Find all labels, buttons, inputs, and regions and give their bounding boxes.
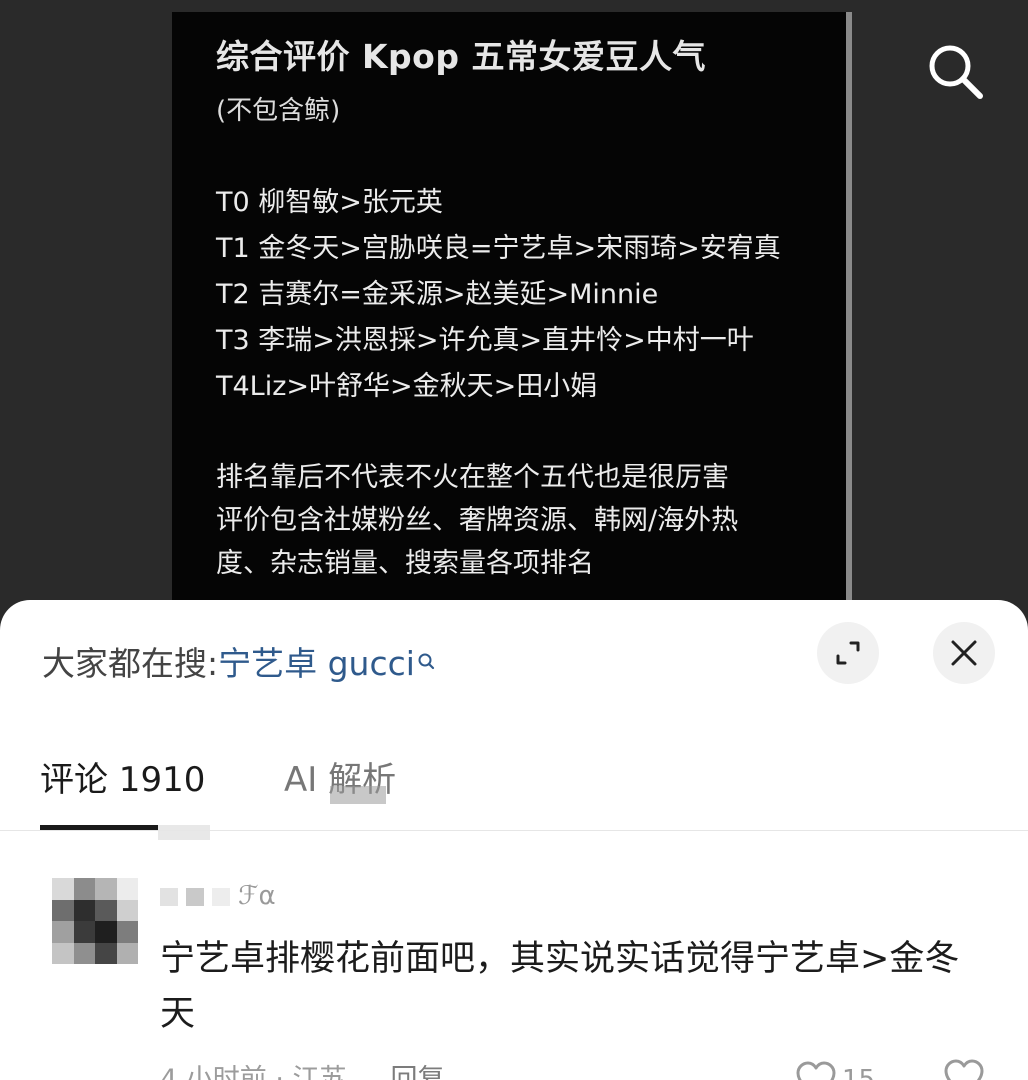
tier-list: T0 柳智敏>张元英 T1 金冬天>宫胁咲良=宁艺卓>宋雨琦>安宥真 T2 吉赛… (216, 180, 850, 410)
username-text: ℱα (238, 881, 276, 911)
blur-mask (330, 786, 386, 804)
close-icon (951, 640, 977, 666)
comment-item: ℱα 宁艺卓排樱花前面吧，其实说实话觉得宁艺卓>金冬天 4 小时前 · 江苏 回复… (0, 862, 1028, 1080)
heart-icon (796, 1061, 836, 1080)
dislike-button[interactable] (942, 1058, 986, 1080)
post-scrollbar[interactable] (846, 12, 852, 640)
comment-username[interactable]: ℱα (160, 876, 400, 916)
tier-line-t2: T2 吉赛尔=金采源>赵美延>Minnie (216, 279, 659, 310)
note-line: 评价包含社媒粉丝、奢牌资源、韩网/海外热 (216, 505, 739, 536)
search-button[interactable] (924, 40, 988, 104)
post-title: 综合评价 Kpop 五常女爱豆人气 (216, 37, 706, 76)
avatar[interactable] (52, 878, 138, 964)
tier-line-t4: T4Liz>叶舒华>金秋天>田小娟 (216, 371, 598, 402)
hot-search-term[interactable]: 宁艺卓 gucci (218, 644, 415, 683)
note-line: 度、杂志销量、搜索量各项排名 (216, 548, 594, 579)
tab-comments[interactable]: 评论 1910 (40, 758, 205, 802)
expand-icon (836, 641, 860, 665)
divider (0, 830, 1028, 831)
tier-line-t0: T0 柳智敏>张元英 (216, 187, 443, 218)
blur-mask (186, 887, 204, 906)
post-image[interactable]: 综合评价 Kpop 五常女爱豆人气 (不包含鲸) T0 柳智敏>张元英 T1 金… (172, 12, 850, 640)
hot-search-prefix: 大家都在搜: (42, 644, 219, 683)
reply-button[interactable]: 回复 (391, 1064, 445, 1080)
tab-bar: 评论 1910 AI 解析 (0, 750, 1028, 840)
broken-heart-icon (944, 1059, 984, 1080)
comment-time-location: 4 小时前 · 江苏 (160, 1064, 347, 1080)
blur-mask (212, 887, 230, 906)
expand-button[interactable] (817, 622, 879, 684)
comment-meta: 4 小时前 · 江苏 回复 (160, 1062, 445, 1080)
hot-search-bar[interactable]: 大家都在搜:宁艺卓 gucci (42, 642, 435, 686)
like-button[interactable]: 15 (794, 1060, 875, 1080)
post-subtitle: (不包含鲸) (216, 96, 341, 126)
comment-text: 宁艺卓排樱花前面吧，其实说实话觉得宁艺卓>金冬天 (160, 939, 960, 1034)
tier-line-t3: T3 李瑞>洪恩採>许允真>直井怜>中村一叶 (216, 325, 754, 356)
blur-mask (160, 887, 178, 906)
search-small-icon (417, 642, 435, 686)
search-icon (929, 45, 983, 99)
comments-sheet: 大家都在搜:宁艺卓 gucci 评论 1910 AI 解析 ℱα 宁艺卓排樱花前… (0, 600, 1028, 1080)
post-notes: 排名靠后不代表不火在整个五代也是很厉害 评价包含社媒粉丝、奢牌资源、韩网/海外热… (216, 456, 850, 585)
blur-mask (158, 825, 210, 840)
like-count: 15 (842, 1065, 876, 1080)
note-line: 排名靠后不代表不火在整个五代也是很厉害 (216, 462, 729, 493)
close-button[interactable] (933, 622, 995, 684)
tier-line-t1: T1 金冬天>宫胁咲良=宁艺卓>宋雨琦>安宥真 (216, 233, 781, 264)
